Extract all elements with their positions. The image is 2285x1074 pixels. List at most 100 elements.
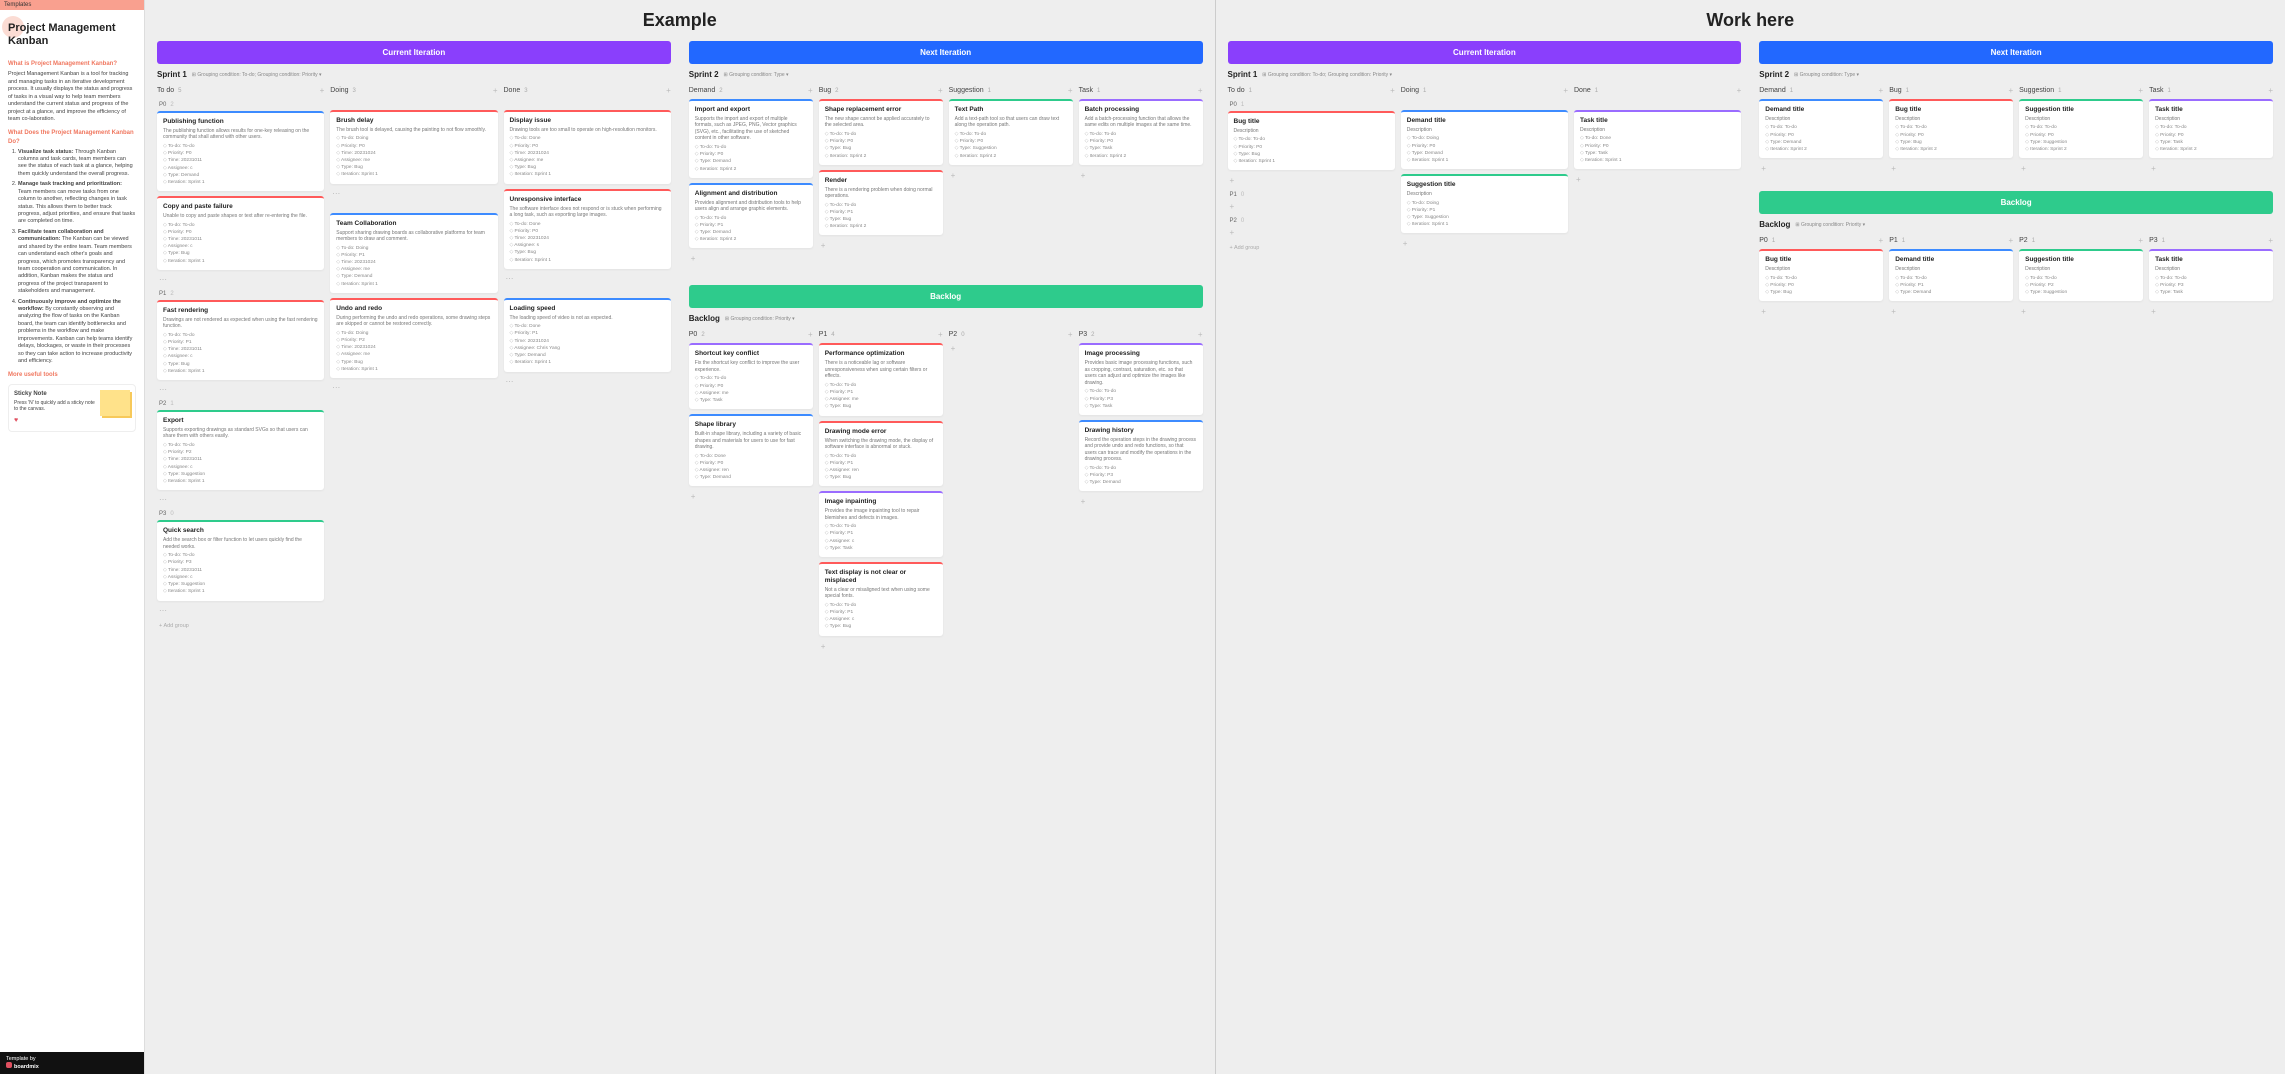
add-card-button[interactable]: + [938,86,943,95]
add-card-button[interactable]: + [1759,306,1883,320]
card[interactable]: Shape replacement errorThe new shape can… [819,99,943,165]
add-card-button[interactable]: + [2268,236,2273,245]
sprint2-meta[interactable]: Grouping condition: Type ▾ [724,72,789,78]
add-card-button[interactable]: + [2149,163,2273,177]
card-menu[interactable]: ⋯ [504,274,671,287]
sticky-note-tool[interactable]: Sticky Note Press 'N' to quickly add a s… [8,384,136,432]
card-menu[interactable]: ⋯ [157,385,324,398]
card-menu[interactable]: ⋯ [504,377,671,390]
add-card-button[interactable]: + [2008,236,2013,245]
add-card-button[interactable]: + [1574,174,1741,188]
card-tag: Type: Bug [336,165,491,171]
backlog-meta[interactable]: Grouping condition: Priority ▾ [725,316,795,322]
add-group-button[interactable]: Add group [1228,241,1395,255]
add-card-button[interactable]: + [1068,86,1073,95]
add-card-button[interactable]: + [1879,236,1884,245]
card[interactable]: Suggestion titleDescriptionTo-do: To-doP… [2019,99,2143,158]
card[interactable]: Drawing historyRecord the operation step… [1079,420,1203,492]
card[interactable]: Text PathAdd a text-path tool so that us… [949,99,1073,165]
card[interactable]: Import and exportSupports the import and… [689,99,813,178]
card[interactable]: Batch processingAdd a batch-processing f… [1079,99,1203,165]
card[interactable]: Loading speedThe loading speed of video … [504,298,671,372]
card[interactable]: Drawing mode errorWhen switching the dra… [819,421,943,487]
card[interactable]: Demand titleDescriptionTo-do: DoingPrior… [1401,110,1568,169]
add-card-button[interactable]: + [1401,238,1568,252]
card-title: Task title [1580,117,1735,125]
add-card-button[interactable]: + [2019,306,2143,320]
add-group-button[interactable]: Add group [157,619,324,633]
card[interactable]: Suggestion titleDescriptionTo-do: To-doP… [2019,249,2143,301]
add-card-button[interactable]: + [1198,86,1203,95]
card[interactable]: RenderThere is a rendering problem when … [819,170,943,236]
card[interactable]: Demand titleDescriptionTo-do: To-doPrior… [1889,249,2013,301]
card[interactable]: Team CollaborationSupport sharing drawin… [330,213,497,293]
add-card-button[interactable]: + [2268,86,2273,95]
card[interactable]: ExportSupports exporting drawings as sta… [157,410,324,490]
card[interactable]: Bug titleDescriptionTo-do: To-doPriority… [1228,111,1395,170]
canvas[interactable]: Example Current Iteration Sprint 1 Group… [145,0,2285,1074]
add-card-button[interactable]: + [2008,86,2013,95]
card[interactable]: Bug titleDescriptionTo-do: To-doPriority… [1759,249,1883,301]
add-card-button[interactable]: + [1079,496,1203,510]
card[interactable]: Brush delayThe brush tool is delayed, ca… [330,110,497,184]
card[interactable]: Shape libraryBuilt-in shape library, inc… [689,414,813,486]
card-menu[interactable]: ⋯ [330,189,497,202]
card-tag: Type: Bug [336,360,491,366]
add-card-button[interactable]: + [1879,86,1884,95]
card-menu[interactable]: ⋯ [157,606,324,619]
add-card-button[interactable]: + [2138,86,2143,95]
add-card-button[interactable]: + [1737,86,1742,95]
add-card-button[interactable]: + [493,86,498,95]
card-menu[interactable]: ⋯ [157,495,324,508]
add-card-button[interactable]: + [819,641,943,655]
card[interactable]: Suggestion titleDescriptionTo-do: DoingP… [1401,174,1568,233]
add-card-button[interactable]: + [819,240,943,254]
card[interactable]: Text display is not clear or misplacedNo… [819,562,943,636]
card[interactable]: Copy and paste failureUnable to copy and… [157,196,324,270]
add-card-button[interactable]: + [1390,86,1395,95]
card[interactable]: Task titleDescriptionTo-do: DonePriority… [1574,110,1741,169]
add-card-button[interactable]: + [938,330,943,339]
card[interactable]: Performance optimizationThere is a notic… [819,343,943,415]
add-card-button[interactable]: + [808,86,813,95]
card[interactable]: Alignment and distributionProvides align… [689,183,813,249]
add-card-button[interactable]: + [1228,175,1395,189]
card[interactable]: Publishing functionThe publishing functi… [157,111,324,191]
add-card-button[interactable]: + [1759,163,1883,177]
add-card-button[interactable]: + [2138,236,2143,245]
add-card-button[interactable]: + [1079,170,1203,184]
card-menu[interactable]: ⋯ [157,275,324,288]
sprint1-meta[interactable]: Grouping condition: To-do; Grouping cond… [192,72,322,78]
card[interactable]: Image processingProvides basic image pro… [1079,343,1203,415]
card[interactable]: Demand titleDescriptionTo-do: To-doPrior… [1759,99,1883,158]
card[interactable]: Fast renderingDrawings are not rendered … [157,300,324,380]
card[interactable]: Display issueDrawing tools are too small… [504,110,671,184]
card[interactable]: Quick searchAdd the search box or filter… [157,520,324,600]
add-card-button[interactable]: + [1889,306,2013,320]
card-menu[interactable]: ⋯ [330,383,497,396]
add-card-button[interactable]: + [1068,330,1073,339]
card[interactable]: Unresponsive interfaceThe software inter… [504,189,671,269]
card[interactable]: Task titleDescriptionTo-do: To-doPriorit… [2149,99,2273,158]
add-card-button[interactable]: + [2019,163,2143,177]
add-card-button[interactable]: + [2149,306,2273,320]
card[interactable]: Task titleDescriptionTo-do: To-doPriorit… [2149,249,2273,301]
add-card-button[interactable]: + [689,253,813,267]
card-title: Fast rendering [163,307,318,315]
add-card-button[interactable]: + [666,86,671,95]
card[interactable]: Bug titleDescriptionTo-do: To-doPriority… [1889,99,2013,158]
work-next-section: Next Iteration Sprint 2Grouping conditio… [1759,41,2273,320]
add-card-button[interactable]: + [1228,227,1395,241]
add-card-button[interactable]: + [1889,163,2013,177]
add-card-button[interactable]: + [689,491,813,505]
add-card-button[interactable]: + [1228,201,1395,215]
add-card-button[interactable]: + [1198,330,1203,339]
add-card-button[interactable]: + [949,343,1073,357]
card[interactable]: Image inpaintingProvides the image inpai… [819,491,943,557]
add-card-button[interactable]: + [949,170,1073,184]
card[interactable]: Undo and redoDuring performing the undo … [330,298,497,378]
card[interactable]: Shortcut key conflictFix the shortcut ke… [689,343,813,409]
add-card-button[interactable]: + [808,330,813,339]
add-card-button[interactable]: + [1563,86,1568,95]
add-card-button[interactable]: + [320,86,325,95]
